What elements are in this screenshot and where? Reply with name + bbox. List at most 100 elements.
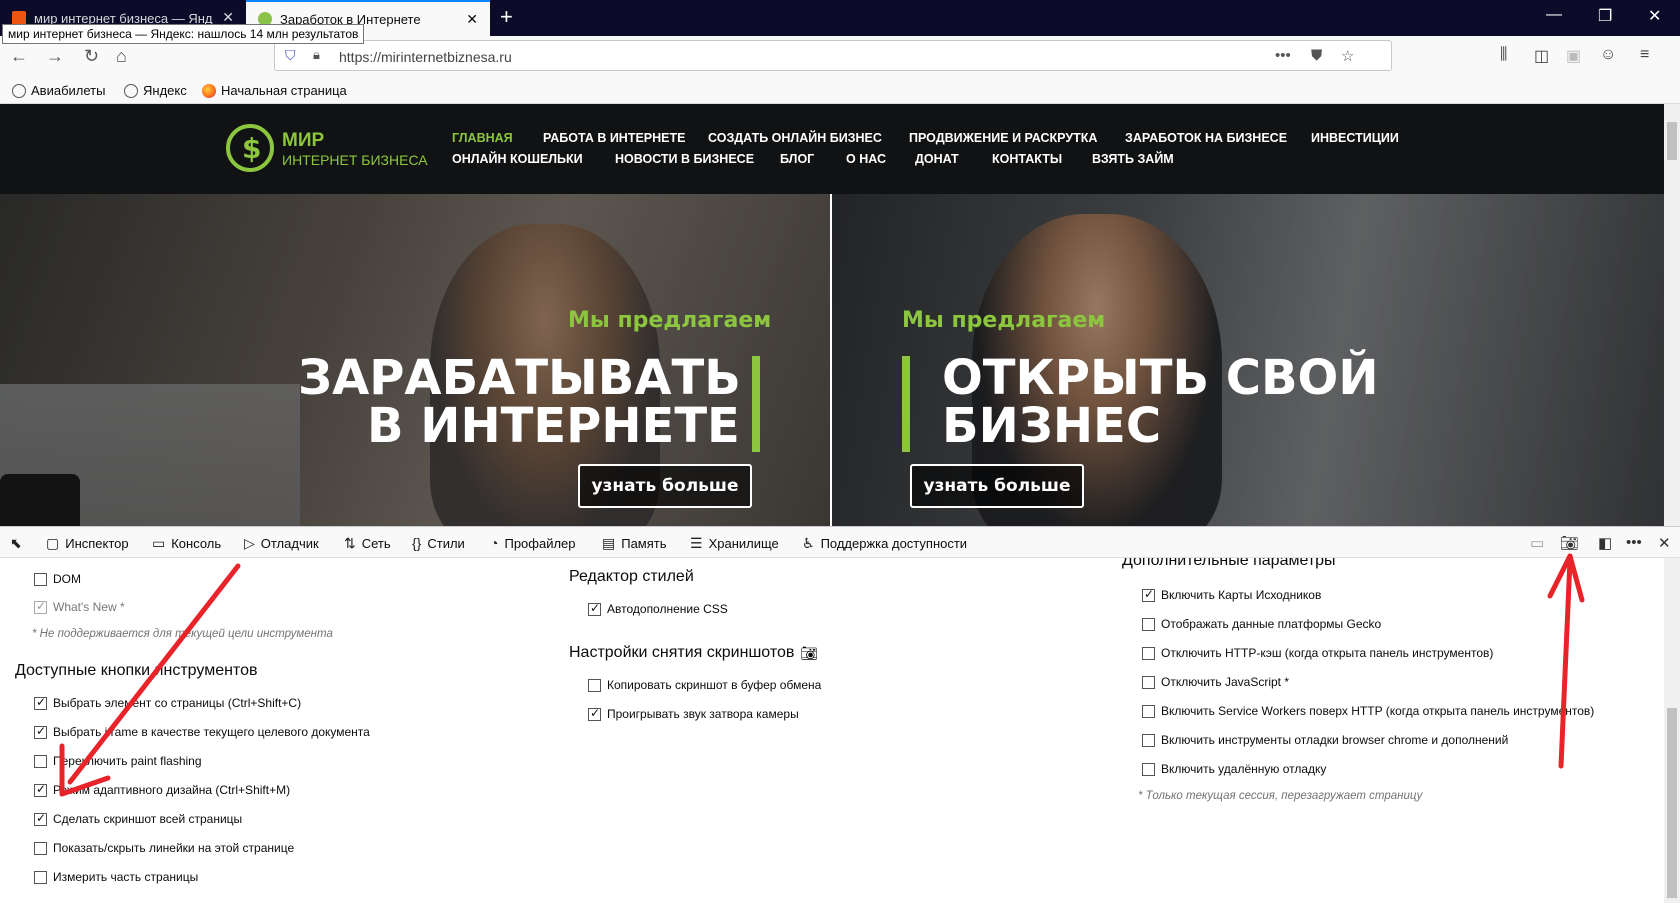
checkbox[interactable] bbox=[1142, 646, 1155, 660]
menu-item[interactable]: СОЗДАТЬ ОНЛАЙН БИЗНЕС bbox=[708, 131, 882, 145]
checkbox-rulers[interactable]: Показать/скрыть линейки на этой странице bbox=[34, 841, 294, 855]
checkbox[interactable] bbox=[34, 782, 47, 797]
close-devtools-icon[interactable]: ✕ bbox=[1658, 534, 1671, 552]
checkbox-paint-flashing[interactable]: Переключить paint flashing bbox=[34, 754, 202, 768]
checkbox[interactable] bbox=[34, 695, 47, 710]
reload-icon[interactable]: ↻ bbox=[84, 46, 99, 67]
new-tab-icon[interactable]: + bbox=[500, 4, 513, 30]
menu-item[interactable]: КОНТАКТЫ bbox=[992, 152, 1062, 166]
tab-inspector[interactable]: ▢ Инспектор bbox=[46, 535, 129, 552]
site-logo-icon[interactable] bbox=[226, 124, 274, 172]
checkbox-full-page-screenshot[interactable]: Сделать скриншот всей страницы bbox=[34, 811, 242, 826]
tab-accessibility[interactable]: ♿︎ Поддержка доступности bbox=[802, 535, 967, 552]
scrollbar-thumb[interactable] bbox=[1667, 122, 1677, 160]
menu-item[interactable]: БЛОГ bbox=[780, 152, 814, 166]
tab-styles[interactable]: {} Стили bbox=[412, 535, 465, 551]
checkbox-gecko-data[interactable]: Отображать данные платформы Gecko bbox=[1142, 617, 1381, 631]
settings-scrollbar[interactable] bbox=[1664, 558, 1680, 903]
menu-icon[interactable]: ≡ bbox=[1640, 46, 1649, 64]
page-scrollbar[interactable] bbox=[1664, 104, 1680, 526]
checkbox-chrome-debugging[interactable]: Включить инструменты отладки browser chr… bbox=[1142, 733, 1508, 747]
checkbox[interactable] bbox=[34, 754, 47, 768]
checkbox-responsive-mode[interactable]: Режим адаптивного дизайна (Ctrl+Shift+M) bbox=[34, 782, 290, 797]
extension-icon[interactable]: ▣ bbox=[1566, 46, 1581, 66]
menu-item-home[interactable]: ГЛАВНАЯ bbox=[452, 131, 513, 145]
close-tab-icon[interactable]: ✕ bbox=[466, 11, 478, 28]
bookmark-star-icon[interactable]: ☆ bbox=[1341, 47, 1354, 65]
minimize-icon[interactable]: — bbox=[1546, 6, 1562, 24]
tab-storage[interactable]: ☰ Хранилище bbox=[690, 535, 779, 552]
checkbox-disable-http-cache[interactable]: Отключить HTTP-кэш (когда открыта панель… bbox=[1142, 646, 1493, 660]
url-text[interactable]: https://mirinternetbiznesa.ru bbox=[339, 49, 512, 65]
checkbox-copy-screenshot[interactable]: Копировать скриншот в буфер обмена bbox=[588, 678, 821, 692]
screenshot-camera-icon[interactable]: 📷︎ bbox=[1560, 534, 1579, 552]
checkbox[interactable] bbox=[34, 841, 47, 855]
logo-text-line2[interactable]: ИНТЕРНЕТ БИЗНЕСА bbox=[282, 152, 428, 168]
checkbox[interactable] bbox=[1142, 733, 1155, 747]
checkbox-css-autocomplete[interactable]: Автодополнение CSS bbox=[588, 601, 728, 616]
tracking-shield-icon[interactable]: ⛉ bbox=[285, 47, 296, 64]
menu-item[interactable]: О НАС bbox=[846, 152, 886, 166]
menu-item[interactable]: ИНВЕСТИЦИИ bbox=[1311, 131, 1399, 145]
learn-more-button[interactable]: узнать больше bbox=[910, 464, 1084, 508]
menu-item[interactable]: ПРОДВИЖЕНИЕ И РАСКРУТКА bbox=[909, 131, 1097, 145]
pick-element-icon[interactable]: ⬉ bbox=[10, 535, 28, 552]
checkbox[interactable] bbox=[34, 724, 47, 739]
checkbox[interactable] bbox=[1142, 617, 1155, 631]
dock-side-icon[interactable]: ◧ bbox=[1598, 534, 1612, 552]
restore-icon[interactable]: ❐ bbox=[1598, 6, 1612, 26]
sidebar-icon[interactable]: ◫ bbox=[1534, 46, 1549, 66]
checkbox-measure[interactable]: Измерить часть страницы bbox=[34, 870, 198, 884]
checkbox[interactable] bbox=[588, 678, 601, 692]
checkbox[interactable] bbox=[34, 870, 47, 884]
checkbox-pick-element[interactable]: Выбрать элемент со страницы (Ctrl+Shift+… bbox=[34, 695, 301, 710]
scrollbar-thumb[interactable] bbox=[1667, 708, 1677, 898]
bookmark-item[interactable]: Авиабилеты bbox=[12, 83, 105, 98]
checkbox[interactable] bbox=[588, 706, 601, 721]
checkbox-source-maps[interactable]: Включить Карты Исходников bbox=[1142, 587, 1321, 602]
checkbox[interactable] bbox=[588, 601, 601, 616]
tab-console[interactable]: ▭ Консоль bbox=[152, 535, 221, 552]
checkbox-disable-javascript[interactable]: Отключить JavaScript * bbox=[1142, 675, 1289, 689]
checkbox-service-workers[interactable]: Включить Service Workers поверх HTTP (ко… bbox=[1142, 704, 1594, 718]
library-icon[interactable]: ⫼ bbox=[1500, 46, 1507, 64]
checkbox-dom[interactable]: DOM bbox=[34, 572, 81, 586]
pocket-icon[interactable]: ⛊ bbox=[1311, 47, 1322, 64]
lock-icon[interactable]: 🔒︎ bbox=[313, 47, 320, 63]
page-actions-icon[interactable]: ••• bbox=[1275, 47, 1291, 64]
checkbox[interactable] bbox=[34, 811, 47, 826]
home-icon[interactable]: ⌂ bbox=[116, 46, 127, 67]
account-icon[interactable]: ☺ bbox=[1600, 46, 1616, 64]
forward-icon[interactable]: → bbox=[46, 46, 64, 67]
hero-headline-line2: В ИНТЕРНЕТЕ bbox=[367, 398, 740, 454]
responsive-design-icon[interactable]: ▭ bbox=[1530, 534, 1544, 552]
checkbox-shutter-sound[interactable]: Проигрывать звук затвора камеры bbox=[588, 706, 799, 721]
menu-item[interactable]: ДОНАТ bbox=[915, 152, 959, 166]
checkbox[interactable] bbox=[1142, 587, 1155, 602]
tab-profiler[interactable]: ◔ Профайлер bbox=[490, 535, 576, 551]
checkbox-remote-debugging[interactable]: Включить удалённую отладку bbox=[1142, 762, 1326, 776]
window-close-icon[interactable]: ✕ bbox=[1648, 6, 1661, 26]
more-options-icon[interactable]: ••• bbox=[1626, 534, 1642, 551]
bookmark-item[interactable]: Начальная страница bbox=[202, 83, 347, 98]
menu-item[interactable]: РАБОТА В ИНТЕРНЕТЕ bbox=[543, 131, 685, 145]
checkbox[interactable] bbox=[34, 572, 47, 586]
devtools-toolbar: ⬉ ▢ Инспектор ▭ Консоль ▷ Отладчик ⇅ Сеть {}… bbox=[0, 526, 1680, 558]
learn-more-button[interactable]: узнать больше bbox=[578, 464, 752, 508]
menu-item[interactable]: ОНЛАЙН КОШЕЛЬКИ bbox=[452, 152, 583, 166]
bookmark-item[interactable]: Яндекс bbox=[124, 83, 187, 98]
checkbox[interactable] bbox=[1142, 704, 1155, 718]
back-icon[interactable]: ← bbox=[10, 46, 28, 67]
menu-item[interactable]: ЗАРАБОТОК НА БИЗНЕСЕ bbox=[1125, 131, 1287, 145]
tab-network[interactable]: ⇅ Сеть bbox=[344, 535, 391, 552]
checkbox[interactable] bbox=[1142, 762, 1155, 776]
url-bar[interactable]: ⛉ 🔒︎ https://mirinternetbiznesa.ru ••• ⛊… bbox=[274, 40, 1392, 71]
tab-memory[interactable]: ▤ Память bbox=[602, 535, 667, 552]
checkbox-iframe[interactable]: Выбрать iframe в качестве текущего целев… bbox=[34, 724, 370, 739]
checkbox-label: Проигрывать звук затвора камеры bbox=[607, 707, 799, 721]
checkbox[interactable] bbox=[1142, 675, 1155, 689]
menu-item[interactable]: НОВОСТИ В БИЗНЕСЕ bbox=[615, 152, 754, 166]
tab-debugger[interactable]: ▷ Отладчик bbox=[244, 535, 319, 552]
menu-item[interactable]: ВЗЯТЬ ЗАЙМ bbox=[1092, 152, 1174, 166]
logo-text-line1[interactable]: МИР bbox=[282, 130, 324, 152]
